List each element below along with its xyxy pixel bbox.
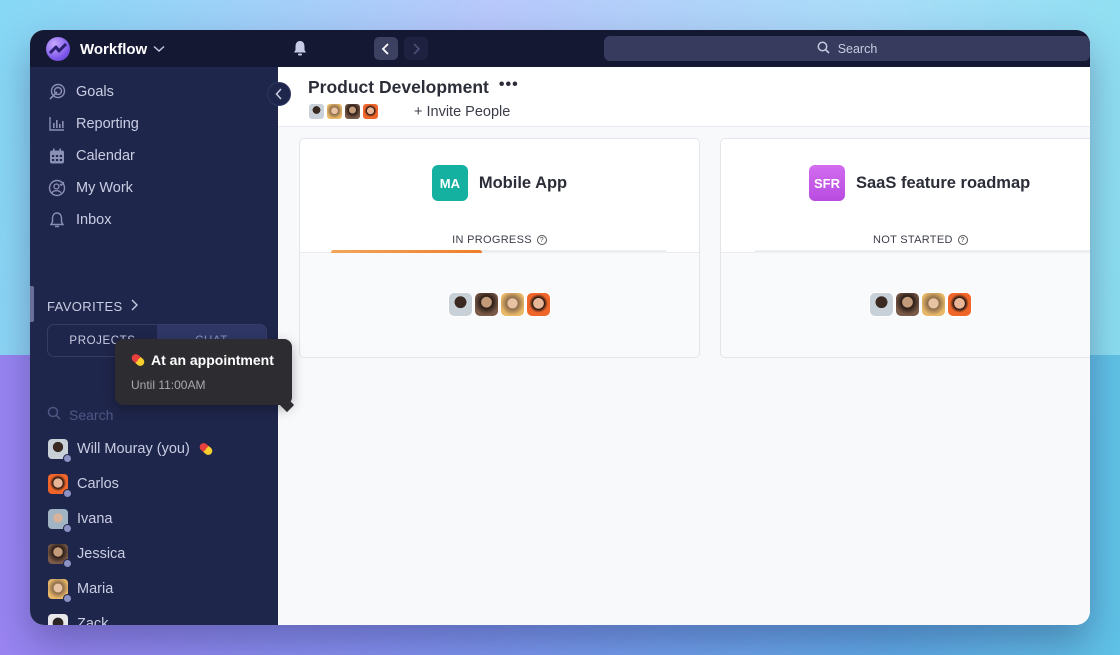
user-item[interactable]: Zack xyxy=(48,614,108,625)
sidebar-item-goals[interactable]: Goals xyxy=(48,83,114,101)
favorites-label: FAVORITES xyxy=(47,299,123,314)
status-label: NOT STARTED xyxy=(873,234,953,246)
sidebar-item-label: My Work xyxy=(76,180,133,196)
user-item[interactable]: Jessica xyxy=(48,544,126,568)
tooltip-subtitle: Until 11:00AM xyxy=(131,378,206,392)
workflow-logo-icon xyxy=(46,37,70,61)
more-options-button[interactable]: ••• xyxy=(499,76,519,94)
search-placeholder: Search xyxy=(69,406,114,423)
app-window: Workflow Search Goals Reporting Calendar… xyxy=(30,30,1090,625)
favorites-indicator xyxy=(30,286,34,322)
user-item[interactable]: Ivana xyxy=(48,509,113,533)
chevron-right-icon xyxy=(130,299,138,314)
avatar xyxy=(947,292,972,317)
user-name: Carlos xyxy=(77,476,119,492)
presence-dot xyxy=(63,489,72,498)
sidebar-item-label: Inbox xyxy=(76,212,112,228)
project-badge: MA xyxy=(431,165,468,201)
reporting-icon xyxy=(48,115,66,133)
avatar xyxy=(48,474,72,498)
status-tooltip: At an appointment Until 11:00AM xyxy=(115,339,292,405)
app-name: Workflow xyxy=(80,40,148,58)
chevron-down-icon xyxy=(153,42,165,56)
forward-button[interactable] xyxy=(404,37,428,60)
project-members xyxy=(721,292,1090,317)
user-name: Maria xyxy=(77,581,114,597)
workspace-switcher[interactable]: Workflow xyxy=(46,37,165,61)
avatar xyxy=(48,614,68,625)
project-name: SaaS feature roadmap xyxy=(856,173,1031,192)
search-label: Search xyxy=(837,41,878,56)
user-name: Zack xyxy=(77,616,109,625)
inbox-icon xyxy=(48,211,66,229)
project-badge: SFR xyxy=(809,165,845,201)
avatar xyxy=(48,439,72,463)
notifications-bell-icon[interactable] xyxy=(291,39,309,62)
avatar xyxy=(526,292,551,317)
pill-status-icon xyxy=(130,352,146,368)
avatar xyxy=(362,103,379,120)
project-name: Mobile App xyxy=(478,173,568,192)
avatar xyxy=(48,579,72,603)
project-card[interactable]: SFR SaaS feature roadmap NOT STARTED ? xyxy=(720,138,1090,358)
avatar xyxy=(48,509,72,533)
sidebar-item-inbox[interactable]: Inbox xyxy=(48,211,111,229)
calendar-icon xyxy=(48,147,66,165)
my-work-icon xyxy=(48,179,66,197)
top-bar: Workflow Search xyxy=(30,30,1090,67)
favorites-toggle[interactable]: FAVORITES xyxy=(47,299,138,314)
avatar xyxy=(921,292,946,317)
back-button[interactable] xyxy=(374,37,398,60)
sidebar-item-calendar[interactable]: Calendar xyxy=(48,147,135,165)
avatar xyxy=(895,292,920,317)
sidebar-item-reporting[interactable]: Reporting xyxy=(48,115,139,133)
avatar xyxy=(474,292,499,317)
avatar xyxy=(48,544,72,568)
user-item[interactable]: Carlos xyxy=(48,474,119,498)
project-header: Product Development ••• + Invite People xyxy=(278,67,1090,127)
presence-dot xyxy=(63,454,72,463)
help-icon[interactable]: ? xyxy=(957,235,968,245)
user-item[interactable]: Maria xyxy=(48,579,114,603)
goals-icon xyxy=(48,83,66,101)
page-title: Product Development xyxy=(308,77,489,97)
sidebar-search-input[interactable]: Search xyxy=(47,406,113,423)
avatar xyxy=(500,292,525,317)
pill-status-icon xyxy=(197,441,214,457)
status-label: IN PROGRESS xyxy=(452,234,532,246)
user-name: Will Mouray (you) xyxy=(77,441,190,457)
sidebar-item-label: Goals xyxy=(76,84,114,100)
sidebar-item-label: Calendar xyxy=(76,148,135,164)
global-search[interactable]: Search xyxy=(604,36,1090,61)
presence-dot xyxy=(63,594,72,603)
tooltip-title: At an appointment xyxy=(151,352,274,368)
help-icon[interactable]: ? xyxy=(536,235,547,245)
sidebar-item-label: Reporting xyxy=(76,116,139,132)
user-name: Ivana xyxy=(77,511,113,527)
sidebar-item-my-work[interactable]: My Work xyxy=(48,179,133,197)
collapse-sidebar-button[interactable] xyxy=(267,82,291,106)
member-avatars[interactable] xyxy=(308,103,380,120)
search-icon xyxy=(47,406,61,423)
project-members xyxy=(300,292,699,317)
avatar xyxy=(448,292,473,317)
presence-dot xyxy=(63,524,72,533)
project-card[interactable]: MA Mobile App IN PROGRESS ? xyxy=(299,138,700,358)
avatar xyxy=(308,103,325,120)
avatar xyxy=(344,103,361,120)
presence-dot xyxy=(63,559,72,568)
invite-people-button[interactable]: + Invite People xyxy=(414,104,510,120)
search-icon xyxy=(817,41,830,57)
user-item[interactable]: Will Mouray (you) xyxy=(48,439,214,463)
main-content: Product Development ••• + Invite People … xyxy=(278,67,1090,625)
avatar xyxy=(326,103,343,120)
user-name: Jessica xyxy=(77,546,126,562)
avatar xyxy=(869,292,894,317)
